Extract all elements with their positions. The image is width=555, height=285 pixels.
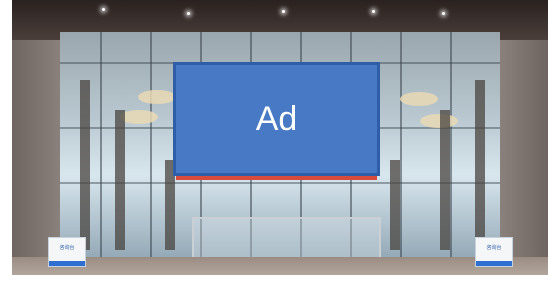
info-sign-right: 咨询台 <box>475 237 513 267</box>
info-sign-right-text: 咨询台 <box>486 245 502 251</box>
right-wall <box>500 40 548 270</box>
reflection-lamp <box>138 90 176 104</box>
ceiling-light <box>442 12 445 15</box>
reflection-lamp <box>420 114 458 128</box>
ceiling-light <box>372 10 375 13</box>
screenshot-frame: 咨询台 咨询台 Ad <box>0 0 555 285</box>
ad-bottom-edge <box>176 176 377 180</box>
reflection-lamp <box>400 92 438 106</box>
left-wall <box>12 40 60 270</box>
ceiling-light <box>282 10 285 13</box>
ceiling-light <box>187 12 190 15</box>
info-sign-left: 咨询台 <box>48 237 86 267</box>
ad-banner[interactable]: Ad <box>173 62 380 176</box>
ceiling-light <box>102 8 105 11</box>
info-sign-left-text: 咨询台 <box>59 245 75 251</box>
reflection-lamp <box>120 110 158 124</box>
ad-label: Ad <box>255 99 298 138</box>
floor <box>12 257 548 275</box>
